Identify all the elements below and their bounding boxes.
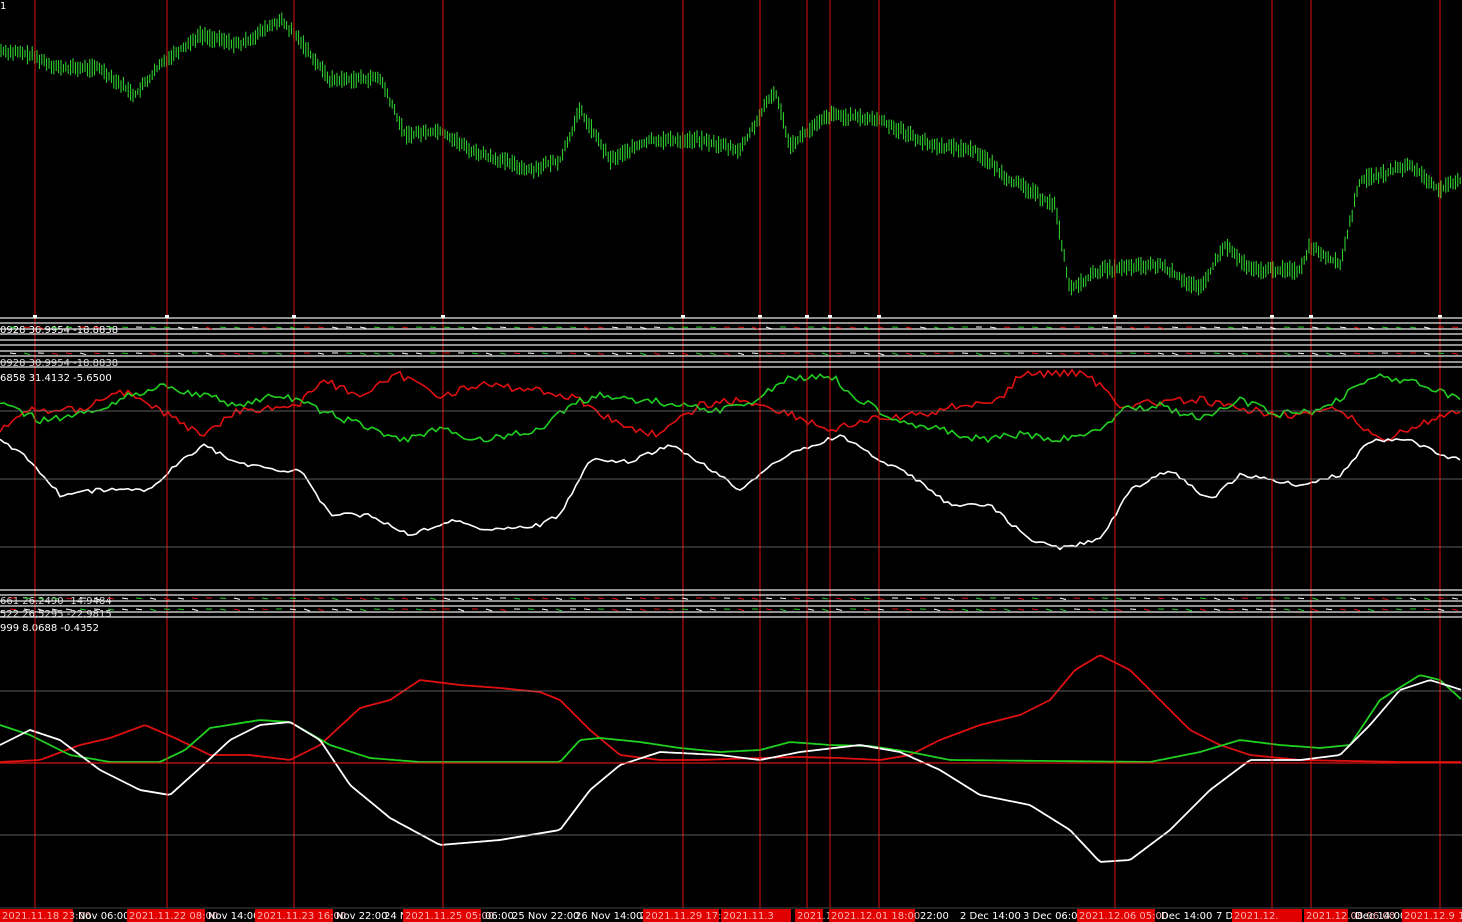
time-axis-label: Nov 06:00 (78, 911, 130, 922)
compressed-indicator-mark (989, 608, 997, 611)
compressed-indicator-mark (471, 597, 479, 600)
compressed-indicator-mark (1031, 352, 1039, 355)
compressed-indicator-mark (429, 326, 437, 329)
main-chart-title: 1 (0, 1, 6, 12)
compressed-indicator-mark (681, 608, 689, 611)
time-axis-label: Nov 14:00 (208, 911, 260, 922)
compressed-indicator-mark (1171, 326, 1179, 329)
compressed-indicator-mark (191, 597, 199, 600)
time-axis-label: 25 Nov 22:00 (512, 911, 579, 922)
compressed-indicator-mark (1423, 608, 1431, 611)
compressed-indicator-mark (751, 352, 759, 355)
indicator-3b-values: 522 26.5295 -22.9815 (0, 609, 112, 620)
time-axis-label: 2021.11.25 05:00 (405, 911, 494, 922)
compressed-indicator-mark (499, 326, 507, 329)
compressed-indicator-mark (1031, 326, 1039, 329)
chart-canvas[interactable]: 1 0928 30.9954 -18.8838 0928 30.9954 -18… (0, 0, 1462, 922)
compressed-indicator-mark (345, 597, 353, 600)
compressed-indicator-mark (765, 597, 773, 600)
compressed-indicator-mark (653, 326, 661, 329)
compressed-indicator-mark (247, 326, 255, 329)
compressed-indicator-mark (1199, 597, 1207, 600)
compressed-indicator-mark (919, 597, 927, 600)
compressed-indicator-mark (709, 326, 717, 329)
time-axis-label: 2021.11.23 16:00 (257, 911, 346, 922)
time-axis-label: 2021.11.3 (723, 911, 774, 922)
compressed-indicator-mark (569, 326, 577, 329)
compressed-indicator-mark (457, 326, 465, 329)
chart-background (0, 0, 1462, 922)
compressed-indicator-mark (135, 352, 143, 355)
time-axis-label: 22:00 (920, 911, 949, 922)
compressed-indicator-mark (261, 608, 269, 611)
time-axis-label: 06:00 (485, 911, 514, 922)
indicator-2-values: 6858 31.4132 -5.6500 (0, 373, 112, 384)
compressed-indicator-mark (1101, 326, 1109, 329)
compressed-indicator-mark (135, 597, 143, 600)
time-axis-label: 2021.12. (1234, 911, 1279, 922)
compressed-indicator-mark (583, 608, 591, 611)
time-axis-label: 2021.12.06 05:00 (1079, 911, 1168, 922)
compressed-indicator-mark (597, 597, 605, 600)
trading-terminal-chart-window: 1 0928 30.9954 -18.8838 0928 30.9954 -18… (0, 0, 1462, 922)
compressed-indicator-mark (9, 608, 17, 611)
time-axis: 2021.11.18 23:00Nov 06:00 2021.11.22 08:0… (0, 907, 1462, 922)
compressed-indicator-mark (1185, 597, 1193, 600)
compressed-indicator-mark (23, 326, 31, 329)
compressed-indicator-mark (1157, 597, 1165, 600)
time-axis-label: Dec 14:00 (1355, 911, 1406, 922)
compressed-indicator-mark (555, 326, 563, 329)
time-axis-label: Nov 22:00 (336, 911, 388, 922)
compressed-indicator-mark (793, 608, 801, 611)
compressed-indicator-mark (1143, 597, 1151, 600)
time-axis-label: 2021.11.22 08:00 (129, 911, 218, 922)
indicator-4-values: 999 8.0688 -0.4352 (0, 623, 99, 634)
compressed-indicator-mark (107, 352, 115, 355)
compressed-indicator-mark (1297, 597, 1305, 600)
compressed-indicator-mark (163, 352, 171, 355)
time-axis-label: 2021.12.01 18:00 (831, 911, 920, 922)
time-axis-label: 2021.11.29 17:00 (645, 911, 734, 922)
time-axis-label: 3 Dec 06:00 (1023, 911, 1084, 922)
time-axis-label: 2 Dec 14:00 (960, 911, 1021, 922)
compressed-indicator-mark (1213, 352, 1221, 355)
compressed-indicator-mark (1143, 352, 1151, 355)
time-axis-label: 26 Nov 14:00 (575, 911, 642, 922)
compressed-indicator-mark (51, 597, 59, 600)
time-axis-label: Dec 14:00 (1161, 911, 1212, 922)
compressed-indicator-mark (1227, 608, 1235, 611)
compressed-indicator-mark (779, 597, 787, 600)
compressed-indicator-mark (93, 352, 101, 355)
compressed-indicator-mark (1325, 608, 1333, 611)
compressed-indicator-mark (1297, 352, 1305, 355)
time-axis-label: 2021.12.9 1 (1404, 911, 1462, 922)
compressed-indicator-mark (933, 352, 941, 355)
compressed-indicator-mark (667, 352, 675, 355)
